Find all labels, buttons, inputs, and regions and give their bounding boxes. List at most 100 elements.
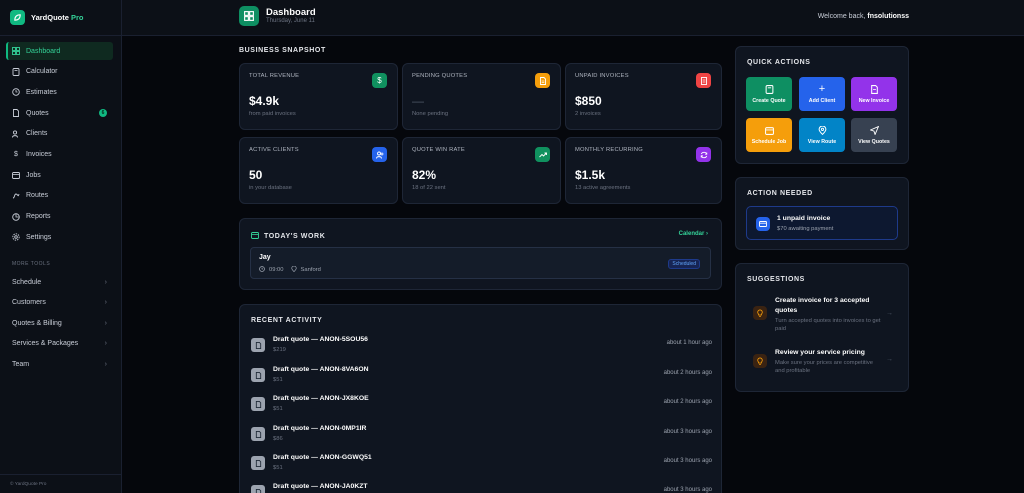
sidebar-item-label: Routes	[26, 192, 49, 200]
activity-item[interactable]: Draft quote — ANON-5SOU56 $219 about 1 h…	[251, 336, 712, 364]
top-header: Dashboard Thursday, June 11 Welcome back…	[122, 0, 1024, 36]
unpaid-invoice-alert[interactable]: 1 unpaid invoice $70 awaiting payment	[746, 206, 898, 240]
more-tools-team[interactable]: Team ›	[0, 354, 121, 375]
job-location: Sanford	[300, 267, 321, 273]
sidebar-item-settings[interactable]: Settings	[6, 228, 113, 246]
stat-value: $4.9k	[249, 94, 280, 108]
suggestion-description: Turn accepted quotes into invoices to ge…	[775, 318, 881, 332]
button-label: New Invoice	[858, 97, 890, 104]
activity-amount: $51	[273, 377, 283, 383]
suggestion-item[interactable]: Review your service pricing Make sure yo…	[753, 348, 893, 378]
stat-value: 50	[249, 168, 263, 182]
activity-item[interactable]: Draft quote — ANON-8VA6ON $51 about 2 ho…	[251, 366, 712, 394]
view-quotes-button[interactable]: View Quotes	[851, 118, 897, 152]
dollar-icon: $	[372, 73, 387, 88]
activity-amount: $51	[273, 465, 283, 471]
document-icon	[535, 73, 550, 88]
stat-card-unpaid-invoices[interactable]: UNPAID INVOICES $850 2 invoices	[565, 63, 722, 130]
activity-item[interactable]: Draft quote — ANON-JA0KZT about 3 hours …	[251, 483, 712, 493]
stat-value: $850	[575, 94, 602, 108]
stat-card-total-revenue[interactable]: TOTAL REVENUE $ $4.9k from paid invoices	[239, 63, 398, 130]
chevron-right-icon: ›	[104, 340, 107, 348]
create-quote-button[interactable]: Create Quote	[746, 77, 792, 111]
sidebar-item-dashboard[interactable]: Dashboard	[6, 42, 113, 60]
map-pin-icon	[290, 265, 297, 274]
gear-icon	[12, 233, 20, 241]
document-icon	[12, 109, 20, 118]
job-meta: 09:00 Sanford	[259, 265, 321, 274]
more-tools-schedule[interactable]: Schedule ›	[0, 272, 121, 293]
route-icon	[12, 192, 20, 200]
clock-icon	[12, 88, 20, 97]
suggestions-panel: SUGGESTIONS Create invoice for 3 accepte…	[735, 263, 909, 392]
lightbulb-icon	[753, 306, 767, 320]
sidebar-item-routes[interactable]: Routes	[6, 187, 113, 205]
leaf-logo-icon	[10, 10, 25, 25]
sidebar-item-reports[interactable]: Reports	[6, 208, 113, 226]
suggestion-title: Create invoice for 3 accepted quotes	[775, 297, 870, 314]
job-status-badge: Scheduled	[668, 259, 700, 269]
button-label: View Quotes	[858, 138, 890, 145]
document-icon	[251, 427, 265, 441]
welcome-message[interactable]: Welcome back, fnsolutionss	[818, 13, 909, 20]
job-item[interactable]: Jay 09:00 Sanford Scheduled	[250, 247, 711, 279]
stat-label: UNPAID INVOICES	[575, 73, 629, 79]
calendar-icon	[764, 126, 774, 135]
alert-title: 1 unpaid invoice	[777, 215, 831, 222]
stat-card-quote-win-rate[interactable]: QUOTE WIN RATE 82% 18 of 22 sent	[402, 137, 561, 204]
view-route-button[interactable]: View Route	[799, 118, 845, 152]
activity-item[interactable]: Draft quote — ANON-JX8KOE $51 about 2 ho…	[251, 395, 712, 423]
receipt-icon	[696, 73, 711, 88]
quick-actions-heading: QUICK ACTIONS	[747, 59, 811, 66]
calculator-icon	[765, 84, 774, 94]
sidebar-item-label: Jobs	[26, 171, 41, 179]
suggestion-description: Make sure your prices are competitive an…	[775, 360, 873, 374]
suggestion-item[interactable]: Create invoice for 3 accepted quotes Tur…	[753, 296, 893, 336]
job-client-name: Jay	[259, 254, 271, 261]
sidebar: YardQuote Pro Dashboard Calculator Estima…	[0, 0, 122, 493]
more-tools-quotes-billing[interactable]: Quotes & Billing ›	[0, 313, 121, 334]
sidebar-item-jobs[interactable]: Jobs	[6, 166, 113, 184]
stat-label: QUOTE WIN RATE	[412, 147, 465, 153]
new-invoice-button[interactable]: New Invoice	[851, 77, 897, 111]
alert-subtext: $70 awaiting payment	[777, 226, 834, 232]
stat-card-monthly-recurring[interactable]: MONTHLY RECURRING $1.5k 13 active agreem…	[565, 137, 722, 204]
calendar-link[interactable]: Calendar ›	[679, 231, 708, 237]
activity-item[interactable]: Draft quote — ANON-0MP1IR $86 about 3 ho…	[251, 425, 712, 453]
clock-icon	[259, 266, 265, 274]
activity-title: Draft quote — ANON-GGWQ51	[273, 454, 372, 461]
arrow-right-icon: →	[886, 310, 893, 317]
recent-activity-heading: RECENT ACTIVITY	[251, 317, 323, 324]
add-client-button[interactable]: + Add Client	[799, 77, 845, 111]
more-tools-label: Customers	[12, 299, 46, 307]
activity-time: about 3 hours ago	[663, 429, 712, 435]
chart-icon	[12, 212, 20, 221]
sidebar-item-label: Dashboard	[26, 47, 61, 55]
grid-icon	[239, 6, 259, 26]
activity-time: about 3 hours ago	[663, 458, 712, 464]
activity-amount: $51	[273, 406, 283, 412]
activity-item[interactable]: Draft quote — ANON-GGWQ51 $51 about 3 ho…	[251, 454, 712, 482]
sidebar-item-clients[interactable]: Clients	[6, 125, 113, 143]
calendar-icon	[12, 171, 20, 180]
button-label: Add Client	[808, 97, 836, 104]
quotes-count-badge: 6	[99, 109, 107, 118]
sidebar-item-quotes[interactable]: Quotes 6	[6, 104, 113, 122]
more-tools-services-packages[interactable]: Services & Packages ›	[0, 334, 121, 355]
suggestions-heading: SUGGESTIONS	[747, 276, 805, 283]
page-title: Dashboard	[266, 7, 316, 18]
activity-amount: $219	[273, 347, 286, 353]
stat-subtext: from paid invoices	[249, 111, 296, 117]
stat-card-active-clients[interactable]: ACTIVE CLIENTS 50 in your database	[239, 137, 398, 204]
sidebar-item-estimates[interactable]: Estimates	[6, 83, 113, 101]
more-tools-customers[interactable]: Customers ›	[0, 292, 121, 313]
stat-subtext: 13 active agreements	[575, 185, 631, 191]
sidebar-item-calculator[interactable]: Calculator	[6, 63, 113, 81]
stat-card-pending-quotes[interactable]: PENDING QUOTES — None pending	[402, 63, 561, 130]
brand[interactable]: YardQuote Pro	[0, 0, 121, 36]
schedule-job-button[interactable]: Schedule Job	[746, 118, 792, 152]
more-tools-label: Schedule	[12, 278, 42, 286]
sidebar-item-invoices[interactable]: $ Invoices	[6, 145, 113, 163]
chevron-right-icon: ›	[104, 319, 107, 327]
stat-value: —	[412, 94, 424, 108]
